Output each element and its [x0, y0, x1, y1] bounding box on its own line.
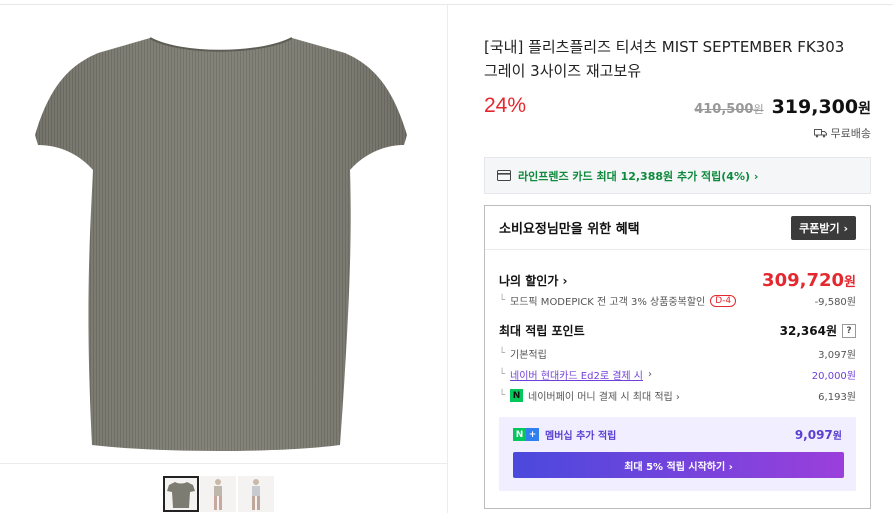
- final-price: 319,300원: [772, 96, 871, 118]
- thumbnail-2[interactable]: [200, 476, 236, 512]
- npay-label-group: └ N 네이버페이 머니 결제 시 최대 적립 ›: [499, 388, 680, 403]
- my-price-label[interactable]: 나의 할인가 ›: [499, 272, 568, 289]
- currency-label: 원: [832, 431, 842, 442]
- tshirt-image: [35, 37, 407, 451]
- tree-branch-icon: └: [499, 390, 506, 401]
- points-row: 최대 적립 포인트 32,364원 ?: [499, 322, 856, 339]
- product-title: [국내] 플리츠플리즈 티셔츠 MIST SEPTEMBER FK303 그레이…: [484, 35, 884, 83]
- tree-branch-icon: └: [499, 295, 506, 306]
- membership-box: N + 멤버십 추가 적립 9,097원 최대 5% 적립 시작하기 ›: [499, 417, 856, 491]
- basic-points-value: 3,097원: [818, 350, 856, 361]
- thumbnail-1[interactable]: [163, 476, 199, 512]
- model-thumb-icon: [252, 479, 260, 510]
- npay-icon: N: [510, 389, 524, 402]
- discount-rate: 24%: [484, 94, 527, 117]
- card-promo-banner[interactable]: 라인프렌즈 카드 최대 12,388원 추가 적립(4%) ›: [484, 157, 871, 194]
- benefit-title: 소비요정님만을 위한 혜택: [499, 222, 640, 237]
- npay-label[interactable]: 네이버페이 머니 결제 시 최대 적립 ›: [528, 388, 680, 403]
- tshirt-thumb-icon: [167, 482, 195, 508]
- my-price-value: 309,720: [762, 270, 845, 291]
- naver-card-link[interactable]: 네이버 현대카드 Ed2로 결제 시: [510, 367, 643, 382]
- original-price-value: 410,500: [694, 102, 754, 117]
- credit-card-icon: [497, 170, 511, 181]
- truck-icon: [813, 129, 827, 138]
- product-title-line1: [국내] 플리츠플리즈 티셔츠 MIST SEPTEMBER FK303: [484, 38, 845, 56]
- thumbnail-3[interactable]: [238, 476, 274, 512]
- benefit-box: 소비요정님만을 위한 혜택 쿠폰받기 › 나의 할인가 › 309,720원 └…: [484, 205, 871, 509]
- modepick-label-group: └ 모드픽 MODEPICK 전 고객 3% 상품중복할인 D-4: [499, 293, 737, 308]
- tree-branch-icon: └: [499, 369, 506, 380]
- chevron-right-icon: ›: [647, 369, 652, 380]
- price-block: 410,500원 319,300원: [694, 96, 871, 118]
- basic-points-row: └ 기본적립 3,097원: [499, 346, 856, 361]
- currency-label: 원: [844, 275, 856, 290]
- currency-label: 원: [753, 103, 764, 116]
- naver-card-label-group: └ 네이버 현대카드 Ed2로 결제 시 ›: [499, 367, 652, 382]
- product-main-image[interactable]: [0, 5, 447, 462]
- coupon-button[interactable]: 쿠폰받기 ›: [791, 215, 856, 240]
- product-info-panel: [국내] 플리츠플리즈 티셔츠 MIST SEPTEMBER FK303 그레이…: [448, 5, 893, 513]
- points-value-group: 32,364원 ?: [780, 322, 856, 339]
- naver-plus-icon: N +: [513, 428, 539, 441]
- membership-value-number: 9,097: [794, 428, 833, 442]
- product-title-line2: 그레이 3사이즈 재고보유: [484, 62, 642, 80]
- npay-value: 6,193원: [818, 392, 856, 403]
- shipping-info: 무료배송: [813, 125, 871, 141]
- points-value: 32,364원: [779, 324, 837, 338]
- d-day-badge: D-4: [710, 294, 737, 307]
- final-price-value: 319,300: [771, 96, 859, 118]
- original-price: 410,500원: [694, 101, 763, 117]
- product-gallery: [0, 5, 448, 513]
- tree-branch-icon: └: [499, 348, 506, 359]
- modepick-value: -9,580원: [814, 297, 856, 308]
- membership-label-group: N + 멤버십 추가 적립: [513, 427, 616, 442]
- naver-card-value: 20,000원: [811, 371, 856, 382]
- npay-row: └ N 네이버페이 머니 결제 시 최대 적립 › 6,193원: [499, 388, 856, 403]
- membership-row: N + 멤버십 추가 적립 9,097원: [513, 427, 842, 442]
- modepick-label: 모드픽 MODEPICK 전 고객 3% 상품중복할인: [510, 297, 706, 308]
- help-icon[interactable]: ?: [842, 323, 856, 338]
- naver-card-row: └ 네이버 현대카드 Ed2로 결제 시 › 20,000원: [499, 367, 856, 382]
- basic-points-label-group: └ 기본적립: [499, 346, 547, 361]
- basic-points-label: 기본적립: [510, 350, 547, 361]
- currency-label: 원: [858, 101, 871, 117]
- my-price: 309,720원: [762, 270, 856, 291]
- points-label: 최대 적립 포인트: [499, 324, 585, 338]
- my-price-row: 나의 할인가 › 309,720원: [499, 270, 856, 291]
- shipping-label: 무료배송: [830, 127, 871, 140]
- membership-start-button[interactable]: 최대 5% 적립 시작하기 ›: [513, 452, 844, 478]
- membership-value: 9,097원: [795, 427, 842, 442]
- benefit-header: 소비요정님만을 위한 혜택 쿠폰받기 ›: [485, 206, 870, 250]
- model-thumb-icon: [214, 479, 222, 510]
- card-promo-text: 라인프렌즈 카드 최대 12,388원 추가 적립(4%) ›: [518, 169, 759, 183]
- membership-label: 멤버십 추가 적립: [545, 431, 617, 442]
- thumbnail-bar: [0, 463, 447, 513]
- modepick-row: └ 모드픽 MODEPICK 전 고객 3% 상품중복할인 D-4 -9,580…: [499, 293, 856, 308]
